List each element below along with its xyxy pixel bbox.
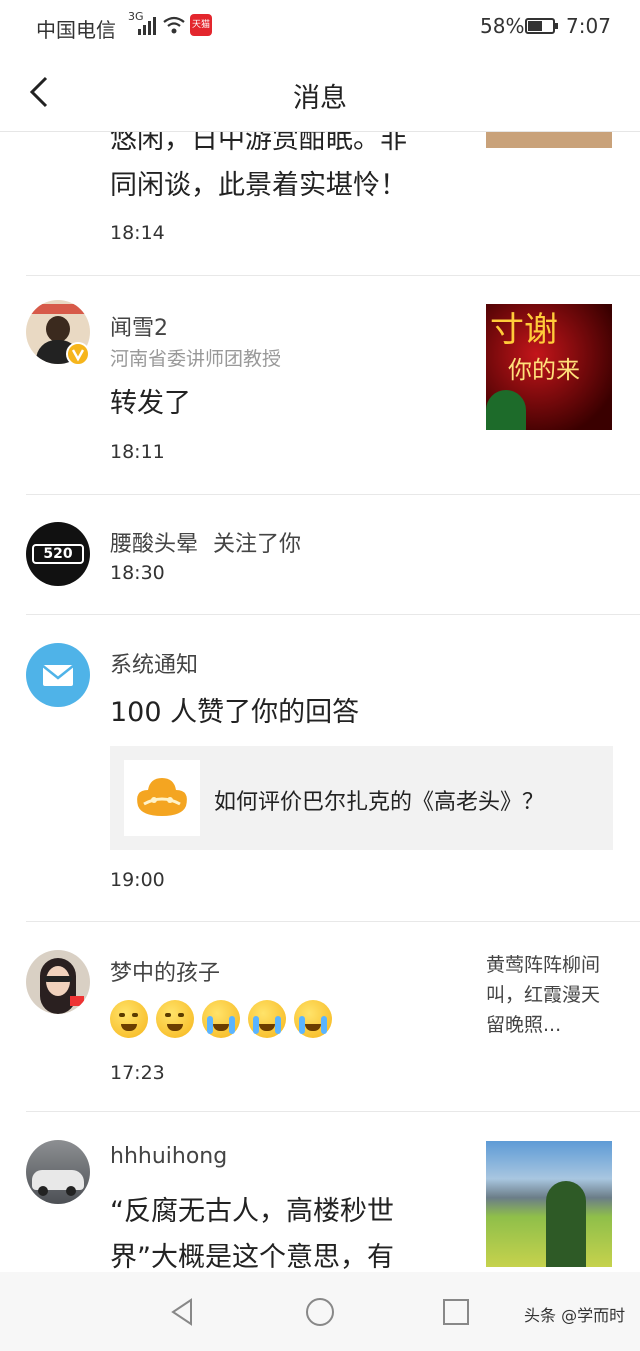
nav-back-icon[interactable] — [167, 1296, 199, 1328]
avatar[interactable] — [26, 1140, 90, 1204]
verified-icon — [66, 342, 90, 366]
battery-icon — [525, 18, 558, 34]
sender-name-text: 腰酸头晕 — [110, 532, 199, 557]
message-item[interactable]: 梦中的孩子 17:23 黄莺阵阵柳间 叫，红霞漫天 留晚照... — [0, 922, 640, 1112]
wifi-icon — [163, 16, 185, 34]
message-item[interactable]: 闻雪2 河南省委讲师团教授 转发了 18:11 寸谢 你的来 — [0, 276, 640, 495]
sender-name[interactable]: hhhuihong — [110, 1144, 227, 1169]
crying-laugh-emoji — [294, 1000, 332, 1038]
message-text-line: 悠闲，日中游赏酣眠。非 — [110, 132, 407, 155]
avatar — [26, 643, 90, 707]
mail-icon — [42, 665, 74, 686]
nav-home-icon[interactable] — [304, 1296, 336, 1328]
crying-laugh-emoji — [248, 1000, 286, 1038]
post-thumbnail[interactable] — [486, 132, 612, 148]
message-text-line: 界”大概是这个意思，有 — [110, 1242, 394, 1272]
quoted-line: 叫，红霞漫天 — [486, 984, 601, 1006]
sender-name[interactable]: 腰酸头晕 关注了你 — [110, 526, 301, 558]
emoji-message — [110, 1000, 340, 1044]
shy-smile-emoji — [156, 1000, 194, 1038]
status-bar: 中国电信 3G 天猫 58% 7:07 — [0, 0, 640, 54]
message-item[interactable]: hhhuihong “反腐无古人，高楼秒世 界”大概是这个意思，有 — [0, 1112, 640, 1272]
nav-recent-icon[interactable] — [440, 1296, 472, 1328]
quoted-line: 留晚照... — [486, 1014, 562, 1036]
avatar[interactable] — [26, 950, 90, 1014]
header: 消息 — [0, 54, 640, 132]
message-list[interactable]: 悠闲，日中游赏酣眠。非 同闲谈，此景着实堪怜！ 18:14 闻雪2 河南省委讲师… — [0, 132, 640, 1272]
message-text-line: 同闲谈，此景着实堪怜！ — [110, 170, 407, 201]
sender-name: 系统通知 — [110, 653, 199, 678]
message-item[interactable]: 悠闲，日中游赏酣眠。非 同闲谈，此景着实堪怜！ 18:14 — [0, 132, 640, 276]
sender-title: 河南省委讲师团教授 — [110, 348, 282, 370]
quoted-post-text[interactable]: 黄莺阵阵柳间 叫，红霞漫天 留晚照... — [486, 950, 616, 1040]
system-navigation-bar: 头条 @学而时 — [0, 1272, 640, 1351]
battery-percent: 58% — [480, 14, 525, 38]
post-thumbnail[interactable] — [486, 1141, 612, 1267]
follow-action: 关注了你 — [213, 532, 302, 557]
message-time: 18:11 — [110, 441, 165, 463]
signal-icon — [138, 15, 158, 35]
tmall-app-icon: 天猫 — [190, 14, 212, 36]
message-time: 17:23 — [110, 1062, 165, 1084]
question-icon — [124, 760, 200, 836]
quoted-line: 黄莺阵阵柳间 — [486, 954, 601, 976]
message-text: 转发了 — [110, 388, 191, 419]
message-time: 18:14 — [110, 222, 165, 244]
post-thumbnail[interactable]: 寸谢 你的来 — [486, 304, 612, 430]
sender-name[interactable]: 梦中的孩子 — [110, 955, 220, 987]
shy-smile-emoji — [110, 1000, 148, 1038]
message-text-line: “反腐无古人，高楼秒世 — [110, 1196, 394, 1227]
thumbnail-caption: 寸谢 — [490, 310, 558, 350]
sender-name[interactable]: 闻雪2 — [110, 310, 168, 342]
message-time: 19:00 — [110, 869, 165, 891]
page-title: 消息 — [293, 83, 347, 114]
clock: 7:07 — [566, 14, 611, 38]
question-title: 如何评价巴尔扎克的《高老头》？ — [214, 790, 545, 815]
carrier-label: 中国电信 — [36, 18, 116, 42]
answer-card[interactable]: 如何评价巴尔扎克的《高老头》？ — [110, 746, 613, 850]
message-item[interactable]: 系统通知 100 人赞了你的回答 如何评价巴尔扎克的《高老头》？ 19:00 — [0, 615, 640, 922]
avatar-text: 520 — [32, 544, 84, 564]
watermark: 头条 @学而时 — [524, 1306, 626, 1325]
crying-laugh-emoji — [202, 1000, 240, 1038]
avatar[interactable]: 520 — [26, 522, 90, 586]
thumbnail-caption: 你的来 — [508, 356, 580, 384]
message-time: 18:30 — [110, 562, 165, 584]
message-item[interactable]: 520 腰酸头晕 关注了你 18:30 — [0, 495, 640, 615]
message-text: 100 人赞了你的回答 — [110, 697, 360, 728]
